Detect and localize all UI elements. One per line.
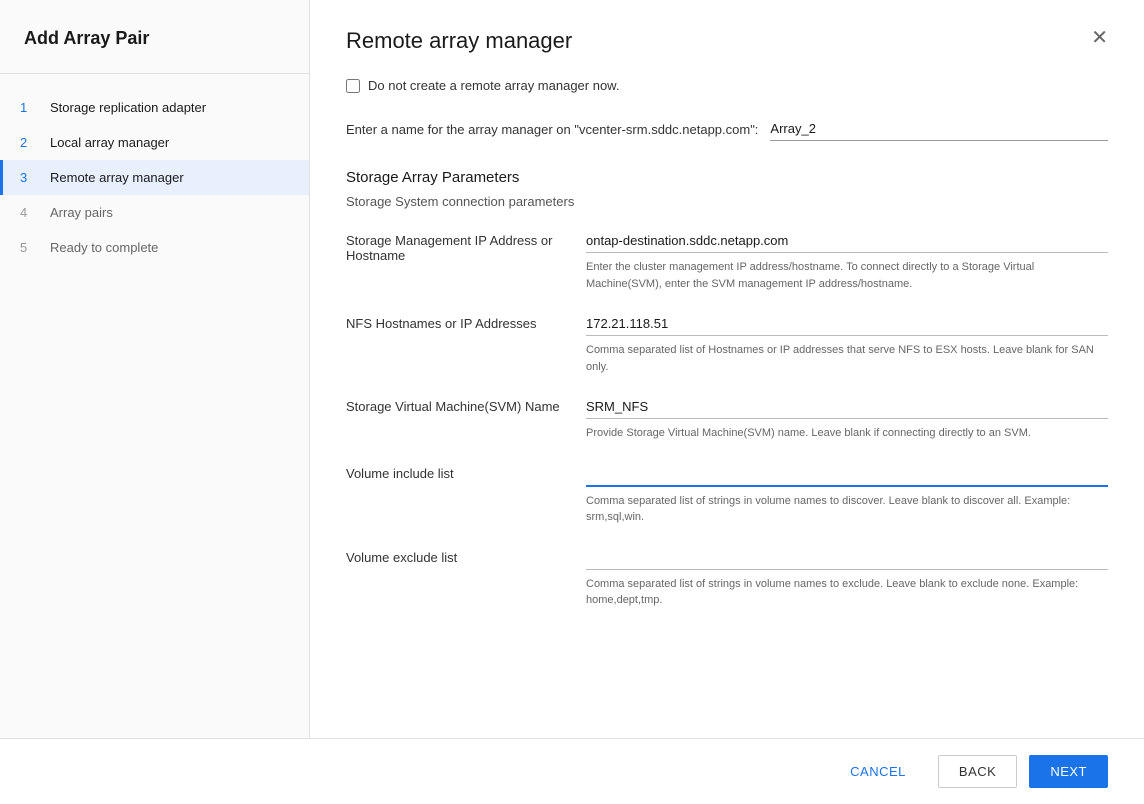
- field-label-0: Storage Management IP Address or Hostnam…: [346, 229, 566, 292]
- section-subtitle: Storage System connection parameters: [346, 194, 1108, 209]
- step-label-1: Storage replication adapter: [50, 100, 206, 115]
- dialog-title: Add Array Pair: [0, 0, 309, 74]
- step-label-3: Remote array manager: [50, 170, 184, 185]
- field-input-4[interactable]: [586, 546, 1108, 570]
- step-number-5: 5: [20, 240, 40, 255]
- back-button[interactable]: BACK: [938, 755, 1017, 788]
- array-name-input[interactable]: [770, 117, 1108, 141]
- form-fields: Storage Management IP Address or Hostnam…: [346, 229, 1108, 609]
- field-right-4: Comma separated list of strings in volum…: [586, 546, 1108, 609]
- steps-list: 1 Storage replication adapter 2 Local ar…: [0, 74, 309, 281]
- page-title: Remote array manager: [346, 28, 572, 54]
- field-input-1[interactable]: [586, 312, 1108, 336]
- field-right-3: Comma separated list of strings in volum…: [586, 462, 1108, 526]
- field-input-2[interactable]: [586, 395, 1108, 419]
- form-group-2: Storage Virtual Machine(SVM) Name Provide…: [346, 395, 1108, 442]
- close-button[interactable]: ✕: [1091, 28, 1108, 48]
- add-array-pair-dialog: Add Array Pair 1 Storage replication ada…: [0, 0, 1144, 804]
- step-label-4: Array pairs: [50, 205, 113, 220]
- array-name-label: Enter a name for the array manager on "v…: [346, 122, 758, 137]
- step-label-5: Ready to complete: [50, 240, 158, 255]
- sidebar: Add Array Pair 1 Storage replication ada…: [0, 0, 310, 738]
- field-label-4: Volume exclude list: [346, 546, 566, 609]
- field-hint-2: Provide Storage Virtual Machine(SVM) nam…: [586, 425, 1108, 442]
- step-item-1[interactable]: 1 Storage replication adapter: [0, 90, 309, 125]
- field-label-3: Volume include list: [346, 462, 566, 526]
- main-header: Remote array manager ✕: [346, 28, 1108, 54]
- no-create-label[interactable]: Do not create a remote array manager now…: [368, 78, 619, 93]
- step-item-2[interactable]: 2 Local array manager: [0, 125, 309, 160]
- dialog-footer: CANCEL BACK NEXT: [0, 738, 1144, 804]
- field-label-1: NFS Hostnames or IP Addresses: [346, 312, 566, 375]
- step-item-4[interactable]: 4 Array pairs: [0, 195, 309, 230]
- main-panel: Remote array manager ✕ Do not create a r…: [310, 0, 1144, 738]
- step-label-2: Local array manager: [50, 135, 169, 150]
- step-item-5[interactable]: 5 Ready to complete: [0, 230, 309, 265]
- field-hint-3: Comma separated list of strings in volum…: [586, 493, 1108, 526]
- step-number-4: 4: [20, 205, 40, 220]
- step-number-2: 2: [20, 135, 40, 150]
- field-input-3[interactable]: [586, 462, 1108, 487]
- field-right-2: Provide Storage Virtual Machine(SVM) nam…: [586, 395, 1108, 442]
- field-right-1: Comma separated list of Hostnames or IP …: [586, 312, 1108, 375]
- no-create-checkbox-row: Do not create a remote array manager now…: [346, 78, 1108, 93]
- step-number-3: 3: [20, 170, 40, 185]
- form-group-3: Volume include list Comma separated list …: [346, 462, 1108, 526]
- field-hint-0: Enter the cluster management IP address/…: [586, 259, 1108, 292]
- array-name-row: Enter a name for the array manager on "v…: [346, 117, 1108, 141]
- field-hint-4: Comma separated list of strings in volum…: [586, 576, 1108, 609]
- section-title: Storage Array Parameters: [346, 169, 1108, 186]
- field-right-0: Enter the cluster management IP address/…: [586, 229, 1108, 292]
- form-group-1: NFS Hostnames or IP Addresses Comma separ…: [346, 312, 1108, 375]
- step-item-3[interactable]: 3 Remote array manager: [0, 160, 309, 195]
- step-number-1: 1: [20, 100, 40, 115]
- form-group-4: Volume exclude list Comma separated list …: [346, 546, 1108, 609]
- cancel-button[interactable]: CANCEL: [830, 756, 926, 787]
- next-button[interactable]: NEXT: [1029, 755, 1108, 788]
- field-label-2: Storage Virtual Machine(SVM) Name: [346, 395, 566, 442]
- field-hint-1: Comma separated list of Hostnames or IP …: [586, 342, 1108, 375]
- form-group-0: Storage Management IP Address or Hostnam…: [346, 229, 1108, 292]
- field-input-0[interactable]: [586, 229, 1108, 253]
- no-create-checkbox[interactable]: [346, 79, 360, 93]
